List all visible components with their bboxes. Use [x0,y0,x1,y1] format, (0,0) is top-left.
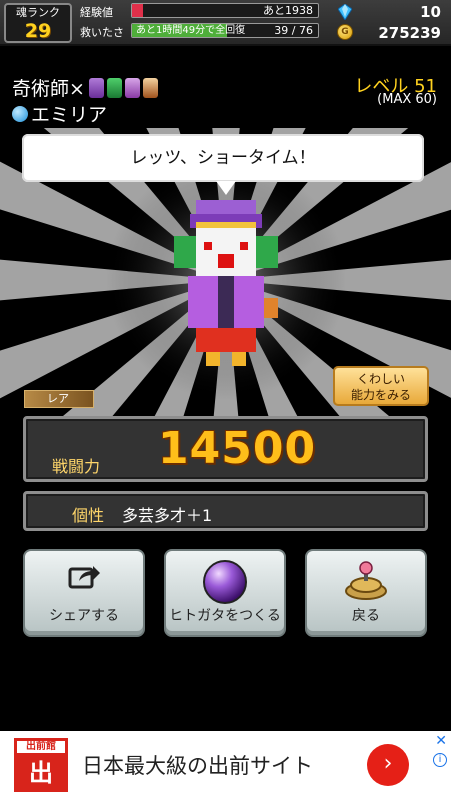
party-member-icon [106,77,122,98]
party-members [88,77,158,98]
ad-logo-text: 出前館 [17,741,65,753]
view-details-label: くわしい 能力をみる [350,372,411,402]
share-icon [68,566,100,589]
share-button[interactable]: シェアする [23,549,145,637]
soul-rank-box: 魂ランク 29 [4,3,72,43]
gem-icon [338,4,352,20]
rarity-badge: レア [24,390,94,408]
rescue-label: 救いたさ [80,26,124,39]
exp-bar: あと1938 [131,3,319,18]
level-max: (MAX 60) [377,92,437,107]
share-label: シェアする [49,608,119,624]
ad-logo-mark: 出 [29,759,53,787]
battle-power-panel: 戦闘力 14500 [23,416,428,482]
character-sprite [174,200,278,366]
coin-count: 275239 [378,24,441,42]
speech-bubble: レッツ、ショータイム！ [22,134,424,182]
trait-label: 個性 [72,506,105,525]
party-member-icon [124,77,140,98]
exp-bar-fill [132,4,144,17]
ad-logo: 出前館 出 [14,738,68,792]
party-member-icon [88,77,104,98]
party-member-icon [142,77,158,98]
trait-value: 多芸多才＋1 [122,506,213,525]
soul-rank-value: 29 [24,20,52,42]
ad-banner[interactable]: 出前館 出 日本最大級の出前サイト › ✕ i [0,731,451,800]
view-details-button[interactable]: くわしい 能力をみる [333,366,429,406]
attribute-orb-icon [12,105,28,122]
trait-panel: 個性 多芸多才＋1 [23,491,428,531]
exp-label: 経験値 [80,6,113,19]
create-hitogata-button[interactable]: ヒトガタをつくる [164,549,286,637]
job-title: 奇術師× [12,78,85,100]
battle-power-value: 14500 [158,423,317,474]
back-button[interactable]: 戻る [305,549,427,637]
return-icon [345,561,387,600]
soul-rank-label: 魂ランク [16,6,60,19]
speech-bubble-tail [216,181,236,195]
job-line: 奇術師× [12,74,158,101]
create-hitogata-label: ヒトガタをつくる [169,608,281,624]
ad-text: 日本最大級の出前サイト [82,754,313,778]
exp-remaining: あと1938 [263,4,313,17]
ad-go-button[interactable]: › [367,744,409,786]
back-label: 戻る [352,608,380,624]
character-name: エミリア [31,104,108,126]
gem-count: 10 [420,3,441,21]
character-name-line: エミリア [12,100,107,127]
rescue-bar: あと1時間49分で全回復 39 / 76 [131,23,319,38]
ad-info-icon[interactable]: i [433,753,447,767]
status-bar: 魂ランク 29 経験値 あと1938 救いたさ あと1時間49分で全回復 39 … [0,0,451,46]
rescue-recovery-time: あと1時間49分で全回復 [136,25,246,36]
purple-orb-icon [203,560,247,604]
battle-power-label: 戦闘力 [52,457,101,476]
rescue-count: 39 / 76 [274,24,313,37]
ad-close-icon[interactable]: ✕ [435,733,447,749]
coin-icon: G [337,24,353,40]
